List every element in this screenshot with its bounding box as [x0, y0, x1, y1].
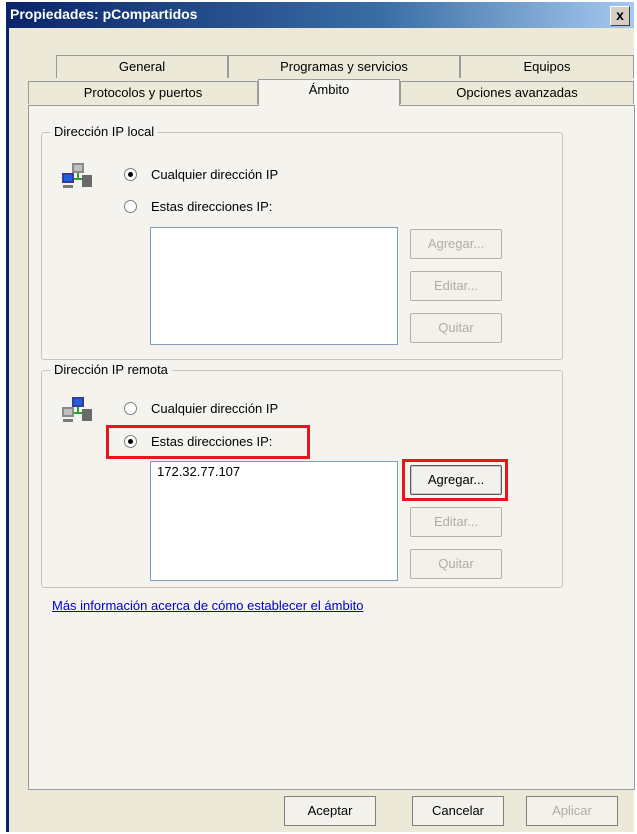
radio-dot[interactable] — [124, 402, 137, 415]
close-icon[interactable]: x — [610, 6, 630, 26]
window-title: Propiedades: pCompartidos — [10, 6, 198, 22]
tab-general[interactable]: General — [56, 55, 228, 78]
highlight-box — [106, 425, 310, 459]
tab-label: Equipos — [523, 59, 571, 74]
local-remove-button[interactable]: Quitar — [410, 313, 502, 343]
tab-label: Ámbito — [308, 82, 350, 97]
remote-ip-group: Dirección IP remota Cualquier dirección … — [41, 362, 563, 588]
scope-help-link[interactable]: Más información acerca de cómo establece… — [52, 598, 363, 613]
remote-edit-button[interactable]: Editar... — [410, 507, 502, 537]
tab-protocols-ports[interactable]: Protocolos y puertos — [28, 81, 258, 104]
tab-label: Protocolos y puertos — [83, 85, 203, 100]
tab-advanced-options[interactable]: Opciones avanzadas — [400, 81, 634, 104]
ok-button[interactable]: Aceptar — [284, 796, 376, 826]
tab-label: General — [118, 59, 166, 74]
cancel-button[interactable]: Cancelar — [412, 796, 504, 826]
remote-remove-button[interactable]: Quitar — [410, 549, 502, 579]
local-add-button[interactable]: Agregar... — [410, 229, 502, 259]
tab-label: Programas y servicios — [280, 59, 408, 74]
radio-label: Cualquier dirección IP — [151, 401, 279, 416]
network-computers-icon — [62, 163, 92, 188]
window-left-edge — [6, 28, 9, 832]
remote-ip-legend: Dirección IP remota — [50, 362, 172, 377]
highlight-box — [402, 459, 508, 501]
local-ip-group: Dirección IP local Cualquier dirección I… — [41, 124, 563, 360]
local-ip-list[interactable] — [150, 227, 398, 345]
remote-ip-list[interactable]: 172.32.77.107 — [150, 461, 398, 581]
local-any-ip-radio[interactable]: Cualquier dirección IP — [124, 167, 278, 182]
list-item[interactable]: 172.32.77.107 — [151, 462, 397, 481]
network-computers-icon — [62, 397, 92, 422]
apply-button[interactable]: Aplicar — [526, 796, 618, 826]
scope-panel: Dirección IP local Cualquier dirección I… — [28, 105, 635, 790]
tab-scope[interactable]: Ámbito — [258, 79, 400, 106]
radio-dot[interactable] — [124, 168, 137, 181]
radio-label: Estas direcciones IP: — [151, 199, 273, 214]
local-edit-button[interactable]: Editar... — [410, 271, 502, 301]
tab-label: Opciones avanzadas — [456, 85, 578, 100]
remote-any-ip-radio[interactable]: Cualquier dirección IP — [124, 401, 278, 416]
title-bar: Propiedades: pCompartidos x — [6, 2, 634, 28]
radio-label: Cualquier dirección IP — [151, 167, 279, 182]
properties-window: Propiedades: pCompartidos x General Prog… — [6, 2, 635, 832]
local-ip-legend: Dirección IP local — [50, 124, 159, 139]
tab-programs-services[interactable]: Programas y servicios — [228, 55, 460, 78]
radio-dot[interactable] — [124, 200, 137, 213]
local-these-ip-radio[interactable]: Estas direcciones IP: — [124, 199, 272, 214]
tab-computers[interactable]: Equipos — [460, 55, 634, 78]
